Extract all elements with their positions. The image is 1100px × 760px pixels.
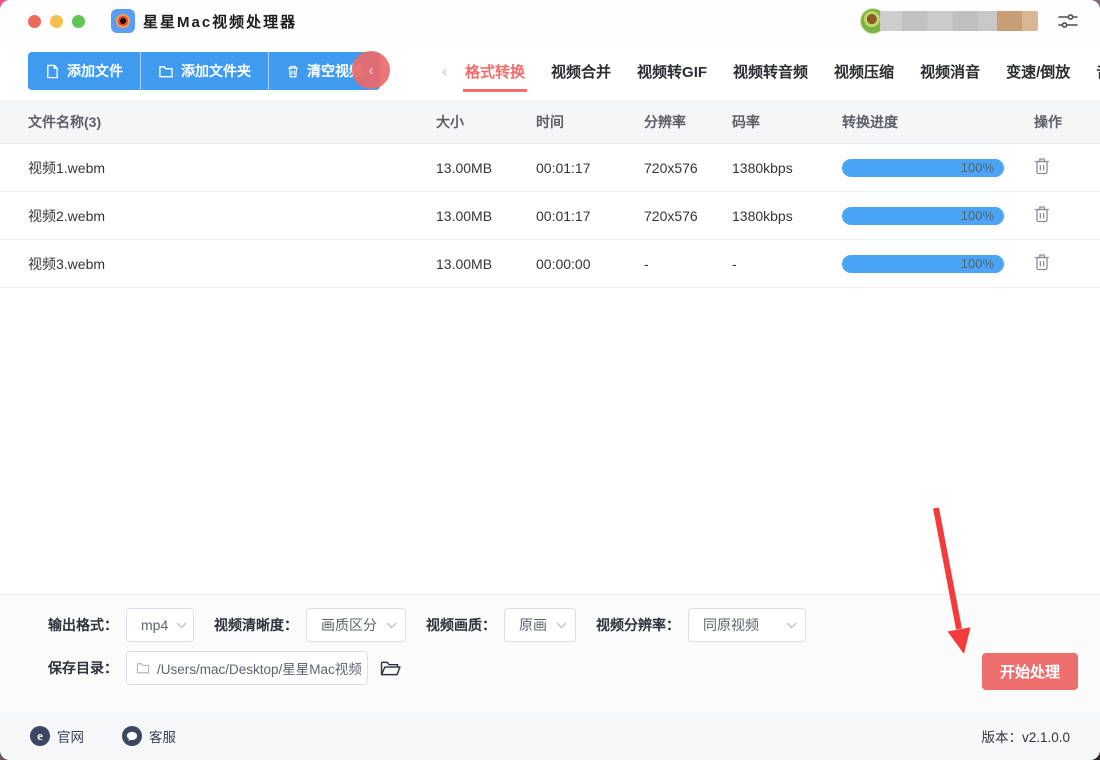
file-name: 视频3.webm — [28, 255, 106, 272]
progress-value: 100% — [960, 208, 994, 223]
app-icon — [111, 9, 135, 33]
file-size: 13.00MB — [436, 255, 493, 272]
file-name: 视频2.webm — [28, 207, 106, 224]
chevron-down-icon — [786, 621, 797, 629]
close-button[interactable] — [28, 14, 41, 28]
folder-icon — [159, 65, 173, 77]
footer-bar: e 官网 客服 版本：v2.1.0.0 — [0, 712, 1100, 760]
quality-select[interactable]: 原画 — [504, 608, 576, 642]
progress-bar: 100% — [842, 206, 1004, 225]
col-progress: 转换进度 — [842, 113, 898, 130]
tab-3[interactable]: 视频转GIF — [637, 53, 707, 90]
settings-panel: 输出格式： mp4 视频清晰度： 画质区分 视频画质： 原画 视频分辨率： 同原 — [0, 594, 1100, 712]
add-file-button[interactable]: 添加文件 — [28, 52, 140, 90]
tab-5[interactable]: 视频压缩 — [834, 53, 894, 90]
traffic-lights — [28, 14, 85, 28]
clarity-label: 视频清晰度： — [214, 617, 298, 633]
chevron-down-icon — [386, 621, 397, 629]
tab-6[interactable]: 视频消音 — [920, 53, 980, 90]
table-body: 视频1.webm 13.00MB 00:01:17 720x576 1380kb… — [0, 144, 1100, 288]
table-row: 视频1.webm 13.00MB 00:01:17 720x576 1380kb… — [0, 144, 1100, 192]
official-site-link[interactable]: e 官网 — [30, 726, 84, 746]
table-row: 视频2.webm 13.00MB 00:01:17 720x576 1380kb… — [0, 192, 1100, 240]
add-folder-button[interactable]: 添加文件夹 — [140, 52, 268, 90]
version-info: 版本：v2.1.0.0 — [981, 730, 1070, 745]
chat-bubble-icon — [122, 726, 142, 746]
title-bar: 星星Mac视频处理器 — [0, 0, 1100, 42]
settings-sliders-icon[interactable] — [1056, 9, 1080, 33]
file-resolution: - — [644, 255, 649, 272]
start-processing-button[interactable]: 开始处理 — [982, 653, 1078, 690]
file-duration: 00:00:00 — [536, 255, 591, 272]
trash-icon — [288, 65, 298, 77]
click-indicator-overlay: ‹ — [352, 51, 390, 89]
progress-bar: 100% — [842, 254, 1004, 273]
chevron-down-icon — [556, 621, 567, 629]
tab-7[interactable]: 变速/倒放 — [1006, 53, 1070, 90]
col-resolution: 分辨率 — [644, 113, 686, 130]
zoom-button[interactable] — [72, 14, 85, 28]
save-dir-value: /Users/mac/Desktop/星星Mac视频处理器 — [157, 662, 361, 677]
browse-folder-icon[interactable] — [380, 660, 401, 677]
folder-icon — [136, 662, 150, 674]
tab-1[interactable]: 格式转换 — [462, 53, 528, 92]
delete-row-icon[interactable] — [1034, 157, 1050, 175]
file-size: 13.00MB — [436, 207, 493, 224]
file-name: 视频1.webm — [28, 159, 106, 176]
progress-value: 100% — [960, 256, 994, 271]
chevron-down-icon — [176, 621, 187, 629]
user-account[interactable] — [860, 8, 1038, 34]
col-bitrate: 码率 — [732, 113, 760, 130]
browser-e-icon: e — [30, 726, 50, 746]
desktop-background: 星星Mac视频处理器 添加文件 添加文件夹 清空视频 ‹ 格式转换 视频合并 视… — [0, 0, 1100, 760]
tabs-scroll-left-icon[interactable]: ‹ — [438, 63, 451, 80]
quality-label: 视频画质： — [426, 617, 496, 633]
app-title: 星星Mac视频处理器 — [143, 13, 298, 31]
file-duration: 00:01:17 — [536, 207, 591, 224]
action-row: 添加文件 添加文件夹 清空视频 ‹ 格式转换 视频合并 视频转GIF 视频转音频… — [0, 42, 1100, 100]
tab-bar-items: 格式转换 视频合并 视频转GIF 视频转音频 视频压缩 视频消音 变速/倒放 音… — [462, 53, 1100, 92]
file-table: 文件名称(3) 大小 时间 分辨率 码率 转换进度 操作 视频1.webm 13… — [0, 100, 1100, 288]
save-dir-label: 保存目录： — [48, 660, 118, 676]
clarity-select[interactable]: 画质区分 — [306, 608, 406, 642]
file-duration: 00:01:17 — [536, 159, 591, 176]
progress-value: 100% — [960, 160, 994, 175]
file-resolution: 720x576 — [644, 207, 698, 224]
username-blurred — [880, 11, 1038, 31]
save-dir-input[interactable]: /Users/mac/Desktop/星星Mac视频处理器 — [126, 651, 368, 685]
lens-icon — [116, 14, 130, 28]
col-size: 大小 — [436, 113, 464, 130]
file-button-group: 添加文件 添加文件夹 清空视频 — [28, 52, 380, 90]
col-actions: 操作 — [1034, 113, 1062, 130]
tab-8[interactable]: 音量调整 — [1096, 53, 1100, 90]
output-format-label: 输出格式： — [48, 617, 118, 633]
app-window: 星星Mac视频处理器 添加文件 添加文件夹 清空视频 ‹ 格式转换 视频合并 视… — [0, 0, 1100, 760]
col-filename: 文件名称(3) — [28, 113, 102, 130]
col-time: 时间 — [536, 113, 564, 130]
resolution-select[interactable]: 同原视频 — [688, 608, 806, 642]
tab-strip: ‹ 格式转换 视频合并 视频转GIF 视频转音频 视频压缩 视频消音 变速/倒放… — [438, 53, 1100, 92]
delete-row-icon[interactable] — [1034, 253, 1050, 271]
file-icon — [47, 64, 58, 78]
customer-service-link[interactable]: 客服 — [122, 726, 176, 746]
progress-bar: 100% — [842, 158, 1004, 177]
delete-row-icon[interactable] — [1034, 205, 1050, 223]
minimize-button[interactable] — [50, 14, 63, 28]
table-row: 视频3.webm 13.00MB 00:00:00 - - 100% — [0, 240, 1100, 288]
file-bitrate: 1380kbps — [732, 159, 793, 176]
file-bitrate: - — [732, 255, 737, 272]
tab-2[interactable]: 视频合并 — [551, 53, 611, 90]
tab-4[interactable]: 视频转音频 — [733, 53, 808, 90]
file-bitrate: 1380kbps — [732, 207, 793, 224]
table-header: 文件名称(3) 大小 时间 分辨率 码率 转换进度 操作 — [0, 100, 1100, 144]
resolution-label: 视频分辨率： — [596, 617, 680, 633]
file-size: 13.00MB — [436, 159, 493, 176]
output-format-select[interactable]: mp4 — [126, 608, 194, 642]
file-resolution: 720x576 — [644, 159, 698, 176]
empty-area — [0, 288, 1100, 594]
